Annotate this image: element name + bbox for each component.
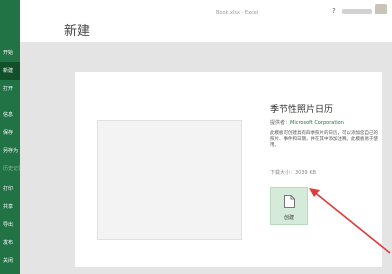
sidebar-item-open[interactable]: 打开 (0, 80, 20, 98)
provider-name[interactable]: Microsoft Corporation (290, 120, 344, 126)
create-button[interactable]: 创建 (270, 187, 308, 225)
sidebar-item-home[interactable]: 开始 (0, 44, 20, 62)
document-icon (284, 195, 295, 208)
sidebar-item-close[interactable]: 关闭 (0, 252, 20, 270)
page-title: 新建 (64, 24, 91, 39)
template-provider: 提供者：Microsoft Corporation (270, 119, 344, 126)
sidebar-item-save[interactable]: 保存 (0, 124, 20, 142)
sidebar-item-new[interactable]: 新建 (0, 62, 20, 80)
sidebar: 开始 新建 打开 信息 保存 另存为 历史记录 打印 共享 导出 发布 关闭 (0, 0, 20, 274)
sidebar-item-save-as[interactable]: 另存为 (0, 142, 20, 160)
template-title: 季节性照片日历 (270, 105, 334, 115)
sidebar-item-print[interactable]: 打印 (0, 180, 20, 198)
template-description: 此模板可创建具有四季照片的日历，可以添加您自己的照片、事件和日期，并在其中添加注… (270, 131, 378, 148)
content-header: 新建 (20, 14, 392, 42)
download-size: 下载大小：3039 KB (270, 170, 317, 176)
sidebar-item-publish[interactable]: 发布 (0, 234, 20, 252)
red-arrow-annotation (309, 188, 391, 254)
create-button-label: 创建 (283, 215, 294, 221)
sidebar-item-share[interactable]: 共享 (0, 198, 20, 216)
template-preview-image (97, 120, 242, 240)
sidebar-item-export[interactable]: 导出 (0, 216, 20, 234)
provider-label: 提供者： (270, 120, 291, 126)
sidebar-item-info[interactable]: 信息 (0, 106, 20, 124)
sidebar-item-history[interactable]: 历史记录 (0, 160, 20, 178)
